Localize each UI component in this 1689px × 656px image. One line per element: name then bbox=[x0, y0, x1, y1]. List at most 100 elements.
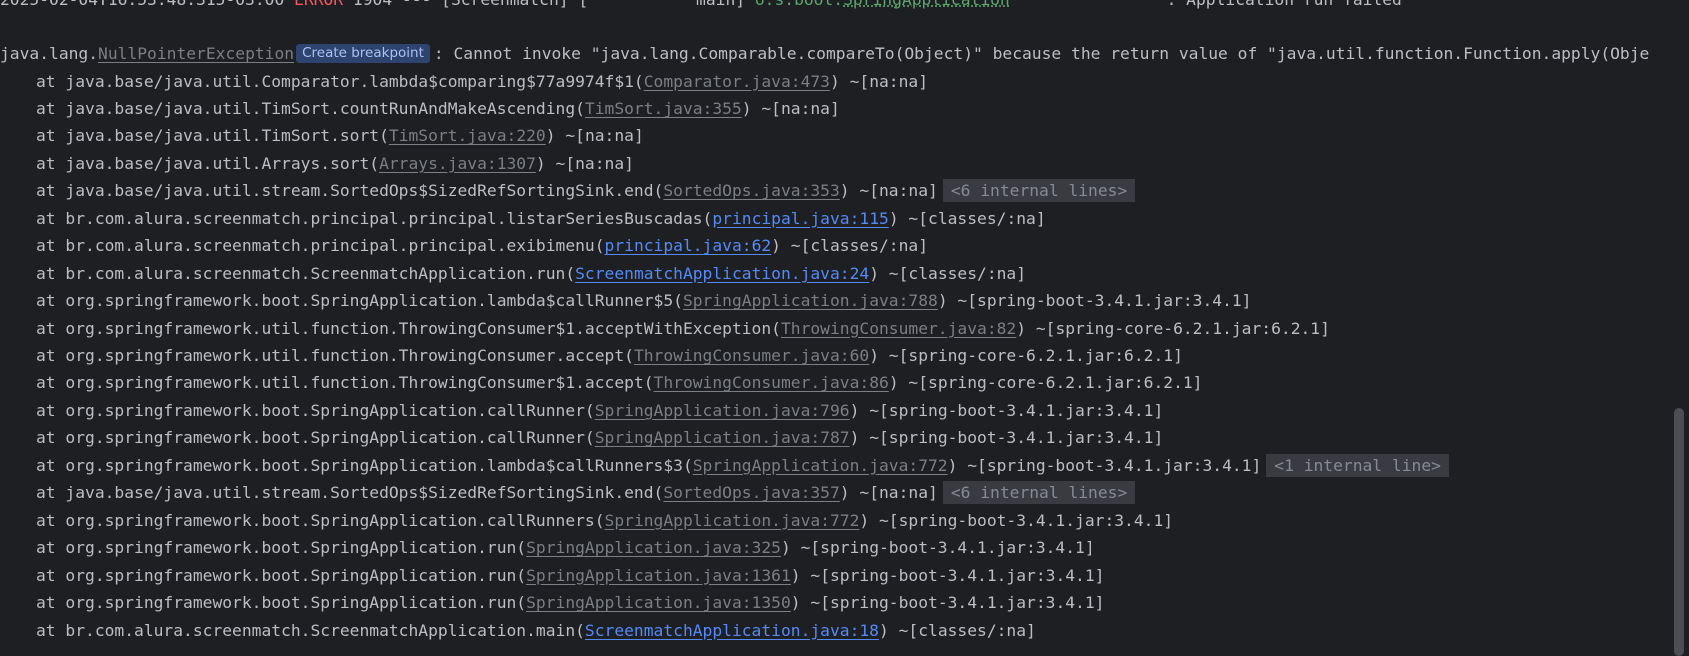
internal-lines-fold[interactable]: <1 internal line> bbox=[1266, 453, 1449, 477]
frame-method: at java.base/java.util.TimSort.sort( bbox=[36, 126, 389, 146]
frame-source-link[interactable]: SortedOps.java:357 bbox=[663, 483, 839, 502]
stack-frame: at org.springframework.boot.SpringApplic… bbox=[0, 534, 1095, 561]
frame-suffix: ) ~[spring-core-6.2.1.jar:6.2.1] bbox=[869, 346, 1183, 365]
stack-frame: at br.com.alura.screenmatch.ScreenmatchA… bbox=[0, 260, 1026, 287]
frame-suffix: ) ~[na:na] bbox=[839, 483, 938, 503]
frame-suffix: ) ~[spring-boot-3.4.1.jar:3.4.1] bbox=[790, 593, 1105, 613]
stack-frame: at org.springframework.util.function.Thr… bbox=[0, 315, 1330, 342]
frame-suffix: ) ~[spring-boot-3.4.1.jar:3.4.1] bbox=[937, 291, 1252, 311]
frame-source-link[interactable]: ThrowingConsumer.java:60 bbox=[634, 346, 869, 365]
frame-source-link[interactable]: SpringApplication.java:772 bbox=[605, 511, 860, 530]
frame-source-link[interactable]: SpringApplication.java:325 bbox=[526, 538, 781, 557]
frame-source-link[interactable]: ThrowingConsumer.java:86 bbox=[654, 373, 889, 392]
frame-source-link[interactable]: principal.java:115 bbox=[712, 209, 888, 228]
stack-frame: at org.springframework.boot.SpringApplic… bbox=[0, 507, 1173, 534]
frame-suffix: ) ~[spring-boot-3.4.1.jar:3.4.1] bbox=[780, 538, 1095, 558]
console-output[interactable]: 2025-02-04T16:53:48.315-03:00 ERROR 1904… bbox=[0, 0, 1668, 656]
frame-method: at java.base/java.util.stream.SortedOps$… bbox=[36, 483, 664, 503]
frame-suffix: ) ~[classes/:na] bbox=[888, 208, 1046, 228]
scrollbar-thumb[interactable] bbox=[1674, 408, 1684, 656]
vertical-scrollbar[interactable] bbox=[1668, 0, 1689, 656]
stack-frame: at java.base/java.util.stream.SortedOps$… bbox=[0, 479, 1136, 506]
stack-frame: at java.base/java.util.TimSort.sort(TimS… bbox=[0, 122, 644, 149]
frame-source-link[interactable]: principal.java:62 bbox=[605, 236, 772, 255]
frame-source-link[interactable]: SpringApplication.java:787 bbox=[595, 428, 850, 447]
log-timestamp: 2025-02-04T16:53:48.315-03:00 bbox=[0, 0, 284, 9]
stack-frame: at java.base/java.util.Comparator.lambda… bbox=[0, 68, 928, 95]
stack-frame: at org.springframework.boot.SpringApplic… bbox=[0, 287, 1251, 314]
frame-suffix: ) ~[na:na] bbox=[829, 71, 929, 91]
frame-method: at org.springframework.util.function.Thr… bbox=[36, 373, 654, 393]
frame-method: at java.base/java.util.stream.SortedOps$… bbox=[36, 181, 664, 201]
frame-source-link[interactable]: ScreenmatchApplication.java:24 bbox=[575, 264, 869, 283]
internal-lines-fold[interactable]: <6 internal lines> bbox=[942, 179, 1136, 203]
frame-suffix: ) ~[spring-core-6.2.1.jar:6.2.1] bbox=[1016, 318, 1330, 338]
frame-suffix: ) ~[spring-boot-3.4.1.jar:3.4.1] bbox=[947, 455, 1262, 475]
frame-source-link[interactable]: Comparator.java:473 bbox=[644, 72, 830, 91]
stack-frame: at org.springframework.boot.SpringApplic… bbox=[0, 562, 1104, 589]
frame-method: at org.springframework.boot.SpringApplic… bbox=[36, 428, 595, 448]
log-app: [Screenmatch] bbox=[441, 0, 568, 9]
exception-line: java.lang.NullPointerException Create bre… bbox=[0, 40, 1649, 67]
create-breakpoint-button[interactable]: Create breakpoint bbox=[296, 44, 430, 63]
frame-source-link[interactable]: Arrays.java:1307 bbox=[379, 154, 536, 173]
frame-method: at java.base/java.util.Arrays.sort( bbox=[36, 153, 380, 173]
frame-method: at org.springframework.util.function.Thr… bbox=[36, 318, 781, 338]
frame-method: at org.springframework.boot.SpringApplic… bbox=[36, 400, 595, 420]
frame-suffix: ) ~[na:na] bbox=[545, 126, 644, 146]
stack-frame: at org.springframework.boot.SpringApplic… bbox=[0, 452, 1449, 479]
frame-suffix: ) ~[classes/:na] bbox=[771, 236, 929, 256]
logger-link[interactable]: SpringApplication bbox=[843, 0, 1010, 9]
frame-method: at java.base/java.util.TimSort.countRunA… bbox=[36, 98, 585, 118]
log-bracket: [ bbox=[578, 0, 588, 9]
frame-source-link[interactable]: SpringApplication.java:788 bbox=[683, 291, 938, 310]
frame-source-link[interactable]: ThrowingConsumer.java:82 bbox=[781, 319, 1016, 338]
frame-source-link[interactable]: SpringApplication.java:772 bbox=[693, 456, 948, 475]
frame-suffix: ) ~[na:na] bbox=[839, 181, 938, 201]
frame-source-link[interactable]: SortedOps.java:353 bbox=[663, 181, 839, 200]
frame-method: at br.com.alura.screenmatch.ScreenmatchA… bbox=[36, 263, 576, 283]
stack-frame: at br.com.alura.screenmatch.ScreenmatchA… bbox=[0, 617, 1036, 644]
stack-frame: at org.springframework.util.function.Thr… bbox=[0, 342, 1183, 369]
stack-frame: at java.base/java.util.Arrays.sort(Array… bbox=[0, 150, 634, 177]
stack-frame: at br.com.alura.screenmatch.principal.pr… bbox=[0, 205, 1046, 232]
frame-suffix: ) ~[na:na] bbox=[741, 98, 840, 118]
stack-frame: at org.springframework.util.function.Thr… bbox=[0, 369, 1202, 396]
frame-source-link[interactable]: ScreenmatchApplication.java:18 bbox=[585, 621, 879, 640]
frame-method: at br.com.alura.screenmatch.ScreenmatchA… bbox=[36, 620, 585, 640]
log-thread: main] bbox=[696, 0, 745, 9]
frame-source-link[interactable]: TimSort.java:355 bbox=[585, 99, 742, 118]
frame-suffix: ) ~[na:na] bbox=[535, 153, 634, 173]
stack-frame: at br.com.alura.screenmatch.principal.pr… bbox=[0, 232, 928, 259]
stack-frame: at org.springframework.boot.SpringApplic… bbox=[0, 397, 1163, 424]
frame-method: at org.springframework.util.function.Thr… bbox=[36, 346, 634, 365]
frame-suffix: ) ~[classes/:na] bbox=[879, 620, 1036, 640]
frame-source-link[interactable]: TimSort.java:220 bbox=[389, 126, 546, 145]
frame-suffix: ) ~[spring-boot-3.4.1.jar:3.4.1] bbox=[859, 510, 1174, 530]
internal-lines-fold[interactable]: <6 internal lines> bbox=[942, 481, 1136, 505]
exception-class-link[interactable]: NullPointerException bbox=[98, 44, 294, 63]
frame-method: at java.base/java.util.Comparator.lambda… bbox=[36, 71, 644, 91]
frame-source-link[interactable]: SpringApplication.java:796 bbox=[595, 401, 850, 420]
frame-source-link[interactable]: SpringApplication.java:1361 bbox=[526, 566, 791, 585]
frame-method: at br.com.alura.screenmatch.principal.pr… bbox=[36, 236, 605, 256]
stack-frame: at java.base/java.util.TimSort.countRunA… bbox=[0, 95, 840, 122]
frame-suffix: ) ~[classes/:na] bbox=[869, 263, 1027, 283]
stack-frame: at java.base/java.util.stream.SortedOps$… bbox=[0, 177, 1136, 204]
log-line: 2025-02-04T16:53:48.315-03:00 ERROR 1904… bbox=[0, 0, 1402, 13]
stack-frame: at org.springframework.boot.SpringApplic… bbox=[0, 589, 1104, 616]
frame-method: at org.springframework.boot.SpringApplic… bbox=[36, 291, 683, 311]
log-logger-prefix: o.s.boot. bbox=[755, 0, 843, 9]
exception-class-prefix: java.lang. bbox=[0, 44, 99, 63]
frame-suffix: ) ~[spring-core-6.2.1.jar:6.2.1] bbox=[888, 373, 1203, 393]
frame-source-link[interactable]: SpringApplication.java:1350 bbox=[526, 593, 791, 612]
frame-suffix: ) ~[spring-boot-3.4.1.jar:3.4.1] bbox=[790, 565, 1105, 585]
log-message: : Application run failed bbox=[1167, 0, 1402, 9]
frame-method: at org.springframework.boot.SpringApplic… bbox=[36, 593, 527, 613]
log-logger: o.s.boot.SpringApplication bbox=[755, 0, 1010, 9]
frame-method: at org.springframework.boot.SpringApplic… bbox=[36, 565, 527, 585]
frame-method: at org.springframework.boot.SpringApplic… bbox=[36, 455, 693, 475]
stack-frame: at org.springframework.boot.SpringApplic… bbox=[0, 424, 1163, 451]
frame-method: at org.springframework.boot.SpringApplic… bbox=[36, 510, 605, 530]
frame-method: at br.com.alura.screenmatch.principal.pr… bbox=[36, 208, 713, 228]
